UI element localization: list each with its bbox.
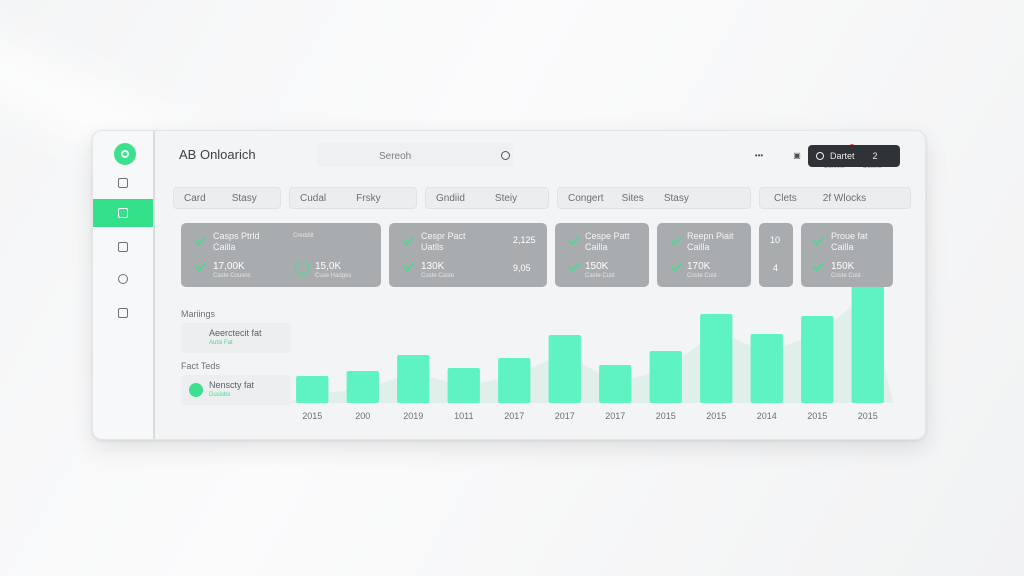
check-icon	[568, 234, 580, 246]
card-caption: Coste Cust	[687, 273, 717, 279]
list-item-title: Aeerctecit fat	[209, 328, 262, 338]
check-icon	[402, 260, 414, 272]
check-icon	[194, 234, 206, 246]
chart-bar[interactable]	[346, 371, 379, 403]
stat-card-3[interactable]: Cespe Patt Cailla 150K Caste Cust	[555, 223, 649, 287]
card-subtitle: Cailla	[213, 242, 236, 252]
section-heading-mariings: Mariings	[181, 309, 216, 319]
card-title: Cespr Pact	[421, 231, 466, 241]
check-icon	[568, 260, 580, 272]
card-value: 150K	[831, 261, 855, 272]
x-tick-label: 2017	[555, 411, 575, 421]
card-value: 170K	[687, 261, 711, 272]
x-tick-label: 1011	[454, 411, 473, 421]
chart-bar[interactable]	[599, 365, 632, 403]
card-value: 130K	[421, 261, 445, 272]
card-caption: Caste Cousns	[213, 273, 251, 279]
chart-bar[interactable]	[296, 376, 329, 403]
list-item[interactable]: Aeerctecit fat Autsi Fat	[181, 323, 291, 353]
chart-bar[interactable]	[750, 334, 783, 403]
x-tick-label: 2017	[605, 411, 625, 421]
card-subtitle: Uatlls	[421, 242, 444, 252]
check-circle-icon	[295, 261, 309, 275]
list-item-subtitle: Autsi Fat	[209, 340, 233, 346]
x-tick-label: 2015	[807, 411, 827, 421]
card-title: 10	[770, 235, 781, 245]
chart-bar[interactable]	[498, 358, 531, 403]
check-icon	[812, 234, 824, 246]
list-item-subtitle: Dusisbs	[209, 392, 231, 398]
list-item[interactable]: Nenscty fat Dusisbs	[181, 375, 291, 405]
card-title: Casps Ptrld	[213, 231, 260, 241]
card-value: 4	[773, 263, 779, 273]
card-caption: Caste Cust	[585, 273, 615, 279]
card-caption: Coste Caste	[421, 273, 455, 279]
check-icon	[670, 234, 682, 246]
stat-card-5[interactable]: 10 4	[759, 223, 793, 287]
chart-bar[interactable]	[548, 335, 581, 403]
x-tick-label: 2015	[302, 411, 322, 421]
x-tick-label: 2015	[706, 411, 726, 421]
chart-bar[interactable]	[700, 314, 733, 403]
card-title: Cespe Patt	[585, 231, 630, 241]
x-tick-label: 200	[355, 411, 370, 421]
check-circle-icon	[189, 383, 203, 397]
card-title: Proue fat	[831, 231, 868, 241]
list-item-title: Nenscty fat	[209, 380, 255, 390]
chart-bar[interactable]	[801, 316, 834, 403]
stat-card-6[interactable]: Proue fat Cailla 150K Coste Cust	[801, 223, 893, 287]
chart-bar[interactable]	[447, 368, 480, 403]
card-subtitle: Cailla	[585, 242, 608, 252]
check-icon	[670, 260, 682, 272]
chart-bar[interactable]	[397, 355, 430, 403]
stat-card-1[interactable]: Casps Ptrld Cailla Creddlit 17,00K Caste…	[181, 223, 381, 287]
card-side-value: 2,125	[513, 235, 536, 245]
stat-card-4[interactable]: Reepn Piait Cailla 170K Coste Cust	[657, 223, 751, 287]
x-tick-label: 2014	[757, 411, 777, 421]
item-icon	[189, 331, 203, 345]
card-caption: Coste Cust	[831, 273, 861, 279]
check-icon	[194, 260, 206, 272]
section-heading-fact-teds: Fact Teds	[181, 361, 220, 371]
check-icon	[812, 260, 824, 272]
check-icon	[402, 234, 414, 246]
card-value: 150K	[585, 261, 609, 272]
x-tick-label: 2015	[656, 411, 676, 421]
card-side-value-2: 9,05	[513, 263, 531, 273]
card-title: Reepn Piait	[687, 231, 734, 241]
chart-bar[interactable]	[851, 276, 884, 403]
x-tick-label: 2019	[403, 411, 423, 421]
card-caption-2: Cuse Hadges	[315, 273, 352, 279]
card-value: 17,00K	[213, 261, 245, 272]
x-tick-label: 2015	[858, 411, 878, 421]
stat-card-2[interactable]: Cespr Pact Uatlls 2,125 130K Coste Caste…	[389, 223, 547, 287]
card-subtitle: Cailla	[831, 242, 854, 252]
card-value-2: 15,0K	[315, 261, 342, 272]
x-tick-label: 2017	[504, 411, 524, 421]
card-subtitle: Cailla	[687, 242, 710, 252]
card-tag: Creddlit	[293, 233, 314, 239]
app-window: AB Onloarich Sereoh ••• ▣ ⚇ Dursets G Do…	[92, 130, 926, 440]
chart-bar[interactable]	[649, 351, 682, 403]
